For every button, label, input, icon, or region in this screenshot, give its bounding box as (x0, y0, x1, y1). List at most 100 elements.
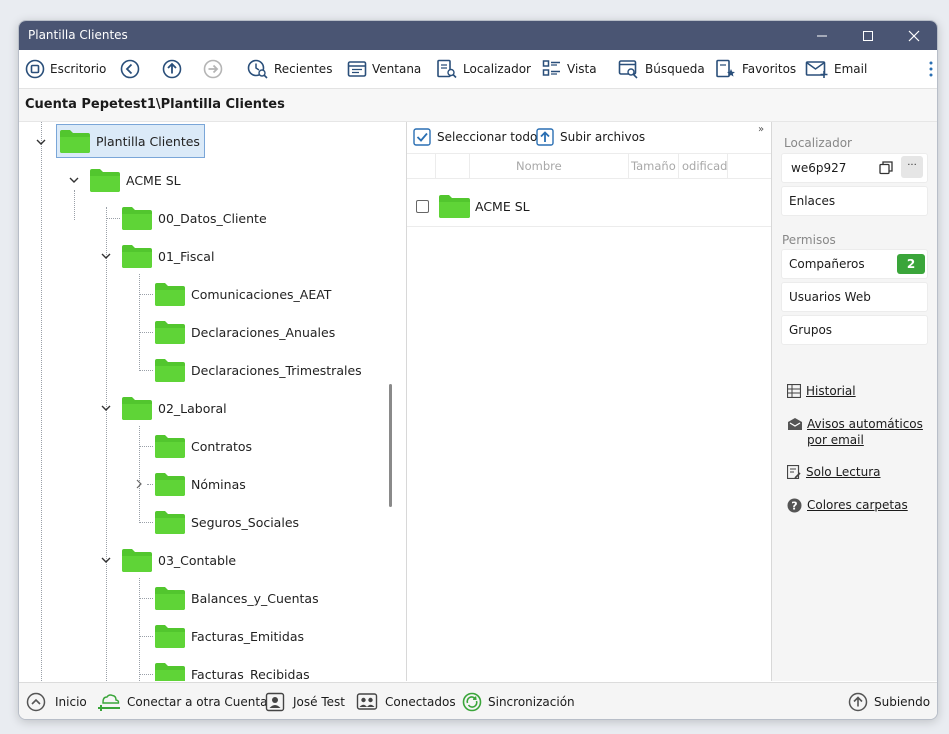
auto-notices-link[interactable]: Avisos automáticos por email (787, 417, 923, 448)
tree-line (139, 674, 153, 675)
read-only-link[interactable]: Solo Lectura (787, 465, 881, 480)
close-icon (908, 30, 920, 41)
history-link[interactable]: Historial (787, 384, 856, 399)
tree-node-03-contable[interactable]: 03_Contable (121, 546, 236, 574)
window-button[interactable]: Ventana (347, 59, 421, 79)
view-button[interactable]: Vista (542, 59, 597, 79)
folder-icon (155, 511, 185, 534)
tree-node-label: Seguros_Sociales (191, 514, 300, 530)
tree-node-declaraciones-trimestrales[interactable]: Declaraciones_Trimestrales (154, 356, 362, 384)
tree-node-label: Declaraciones_Anuales (191, 324, 336, 340)
select-all-button[interactable]: Seleccionar todo (413, 128, 537, 146)
copy-icon[interactable] (879, 161, 893, 175)
tree-node-balances-y-cuentas[interactable]: Balances_y_Cuentas (154, 584, 319, 612)
minimize-icon (817, 35, 827, 36)
user-label: José Test (293, 695, 345, 709)
tree-node-contratos[interactable]: Contratos (154, 432, 252, 460)
web-users-button[interactable]: Usuarios Web (781, 282, 928, 312)
tree-node-comunicaciones-aeat[interactable]: Comunicaciones_AEAT (154, 280, 331, 308)
file-list-pane: Seleccionar todo Subir archivos » Nombre… (407, 122, 771, 681)
tree-scrollbar[interactable] (385, 122, 395, 681)
file-name: ACME SL (475, 198, 530, 214)
file-row[interactable]: ACME SL (407, 186, 771, 227)
groups-button[interactable]: Grupos (781, 315, 928, 345)
up-button[interactable] (162, 59, 187, 79)
connected-users-button[interactable]: Conectados (356, 692, 456, 712)
tree-line (41, 122, 42, 681)
search-label: Búsqueda (645, 62, 705, 76)
sync-icon (462, 692, 482, 712)
more-menu-button[interactable] (929, 59, 937, 79)
select-all-label: Seleccionar todo (437, 130, 538, 144)
tree-node-00-datos-cliente[interactable]: 00_Datos_Cliente (121, 204, 267, 232)
folder-icon (155, 587, 185, 610)
tree-line (106, 218, 120, 219)
upload-files-button[interactable]: Subir archivos (536, 128, 645, 146)
home-chevron-up-icon (26, 692, 46, 712)
folder-colors-link[interactable]: ? Colores carpetas (787, 498, 908, 513)
tree-node-nominas[interactable]: Nóminas (154, 470, 246, 498)
tree-node-label: 03_Contable (158, 552, 237, 568)
uploading-button[interactable]: Subiendo (848, 692, 930, 712)
tree-scrollbar-thumb[interactable] (389, 384, 392, 507)
expand-panel-icon[interactable]: » (758, 124, 764, 135)
user-badge-icon (265, 692, 285, 712)
column-header-name[interactable]: Nombre (516, 159, 562, 173)
back-button[interactable] (120, 59, 145, 79)
chevron-down-icon[interactable] (101, 403, 111, 413)
locator-button[interactable]: Localizador (436, 59, 531, 79)
home-button[interactable]: Inicio (26, 692, 87, 712)
minimize-button[interactable] (799, 21, 845, 50)
forward-button[interactable] (203, 59, 228, 79)
uploading-label: Subiendo (874, 695, 931, 709)
tree-node-01-fiscal[interactable]: 01_Fiscal (121, 242, 214, 270)
chevron-down-icon[interactable] (69, 175, 79, 185)
tree-node-acme-sl[interactable]: ACME SL (89, 166, 181, 194)
chevron-down-icon[interactable] (101, 251, 111, 261)
tree-node-02-laboral[interactable]: 02_Laboral (121, 394, 227, 422)
email-button[interactable]: Email (805, 59, 867, 79)
companions-button[interactable]: Compañeros 2 (781, 249, 928, 279)
window-label: Ventana (372, 62, 422, 76)
column-header-size[interactable]: Tamaño (631, 159, 676, 173)
chevron-right-icon[interactable] (134, 479, 144, 489)
auto-email-icon (788, 418, 802, 430)
companions-label: Compañeros (789, 257, 865, 271)
tree-node-plantilla-clientes[interactable]: Plantilla Clientes (56, 124, 205, 158)
tree-line (139, 426, 140, 523)
tree-line (139, 636, 153, 637)
folder-icon (90, 169, 120, 192)
tree-node-label: 01_Fiscal (158, 248, 215, 264)
favorites-button[interactable]: Favoritos (715, 59, 796, 79)
chevron-down-icon[interactable] (101, 555, 111, 565)
locator-title: Localizador (784, 136, 852, 150)
links-button[interactable]: Enlaces (781, 186, 928, 216)
locator-field[interactable]: we6p927 ··· (781, 153, 928, 183)
tree-node-facturas-emitidas[interactable]: Facturas_Emitidas (154, 622, 304, 650)
connect-other-account-button[interactable]: Conectar a otra Cuenta (97, 692, 267, 712)
row-checkbox[interactable] (416, 199, 429, 213)
user-button[interactable]: José Test (265, 692, 345, 712)
tree-line (139, 274, 140, 371)
column-header-modified[interactable]: odificad (682, 159, 727, 173)
recent-label: Recientes (274, 62, 333, 76)
maximize-button[interactable] (845, 21, 891, 50)
desktop-button[interactable]: Escritorio (25, 59, 106, 79)
read-only-label: Solo Lectura (806, 465, 881, 479)
help-icon: ? (787, 498, 802, 513)
tree-node-facturas-recibidas[interactable]: Facturas_Recibidas (154, 660, 310, 681)
tree-node-seguros-sociales[interactable]: Seguros_Sociales (154, 508, 299, 536)
close-button[interactable] (891, 21, 937, 50)
locator-icon (437, 59, 457, 79)
sync-button[interactable]: Sincronización (462, 692, 575, 712)
companions-count-badge: 2 (897, 254, 925, 274)
permissions-title: Permisos (782, 233, 836, 247)
tree-node-label: Facturas_Recibidas (191, 666, 310, 682)
upload-arrow-icon (848, 692, 868, 712)
status-bar: Inicio Conectar a otra Cuenta José Test … (19, 682, 937, 719)
recent-button[interactable]: Recientes (247, 59, 332, 79)
chevron-down-icon[interactable] (36, 137, 46, 147)
more-options-button[interactable]: ··· (901, 156, 923, 178)
search-button[interactable]: Búsqueda (618, 59, 705, 79)
tree-node-declaraciones-anuales[interactable]: Declaraciones_Anuales (154, 318, 335, 346)
